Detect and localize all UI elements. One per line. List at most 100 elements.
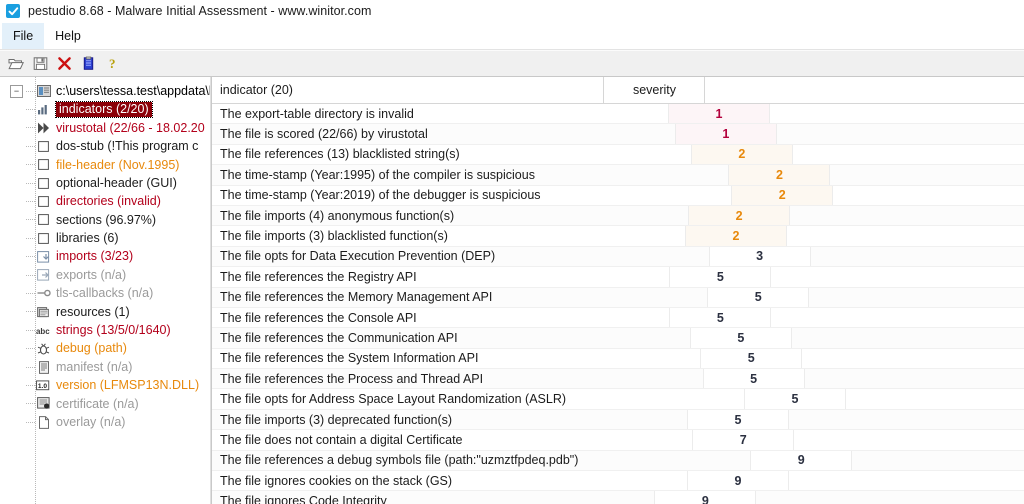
cell-indicator: The file imports (3) blacklisted functio… [212,226,686,246]
menu-item-file[interactable]: File [2,23,45,49]
cell-filler [776,124,1024,144]
tree-item-debug[interactable]: debug (path) [0,339,211,357]
cell-filler [830,165,1024,185]
tree-item-directories[interactable]: directories (invalid) [0,192,211,210]
tree-item-sections[interactable]: sections (96.97%) [0,211,211,229]
cell-severity: 5 [745,389,847,409]
table-row[interactable]: The export-table directory is invalid 1 [212,104,1024,125]
resources-icon [36,305,51,319]
tree-item-indicators[interactable]: indicators (2/20) [0,100,211,118]
column-header-indicator[interactable]: indicator (20) [212,77,605,103]
tree-connector [26,366,35,368]
table-header-row: indicator (20) severity [212,77,1024,104]
tree-item-resources[interactable]: resources (1) [0,303,211,321]
tree-item-tls-callbacks[interactable]: tls-callbacks (n/a) [0,284,211,302]
cell-filler [802,349,1024,368]
close-button[interactable] [52,52,76,74]
menu-item-help[interactable]: Help [44,23,92,49]
cell-severity: 3 [709,246,811,267]
tree-item-file-header[interactable]: file-header (Nov.1995) [0,156,211,174]
tree-item-overlay[interactable]: overlay (n/a) [0,413,211,431]
table-row[interactable]: The file references the Console API 5 [212,307,1024,329]
toolbar: ? [0,50,1024,77]
tree-connector [26,164,35,166]
table-row[interactable]: The file references a debug symbols file… [212,450,1024,472]
tree-connector [26,219,35,221]
table-row[interactable]: The file opts for Data Execution Prevent… [212,246,1024,268]
clipboard-button[interactable] [76,52,100,74]
square-icon [36,139,51,153]
cell-severity: 5 [701,348,803,369]
cell-severity: 2 [691,144,793,165]
table-row[interactable]: The file references (13) blacklisted str… [212,144,1024,166]
table-row[interactable]: The file is scored (22/66) by virustotal… [212,124,1024,145]
table-row[interactable]: The file imports (3) blacklisted functio… [212,226,1024,247]
certificate-icon [36,397,51,411]
tree-item-label: indicators (2/20) [55,101,153,118]
cell-filler [804,369,1024,389]
tree-item-version[interactable]: 1.0 version (LFMSP13N.DLL) [0,376,211,394]
tree-item-virustotal[interactable]: virustotal (22/66 - 18.02.20 [0,119,211,137]
tree-item-label: file-header (Nov.1995) [56,157,180,172]
column-header-severity[interactable]: severity [604,77,706,103]
tree-item-label: virustotal (22/66 - 18.02.20 [56,120,205,135]
tree-item-imports[interactable]: imports (3/23) [0,248,211,266]
cell-indicator: The file does not contain a digital Cert… [212,430,694,450]
cell-filler [771,267,1024,286]
tree-item-label: strings (13/5/0/1640) [56,323,171,338]
cell-filler [809,287,1024,307]
tree-item-optional-header[interactable]: optional-header (GUI) [0,174,211,192]
collapse-expander-icon[interactable]: − [10,84,23,98]
tree-item-label: tls-callbacks (n/a) [56,286,154,301]
cell-indicator: The export-table directory is invalid [212,104,669,124]
cell-severity: 5 [670,267,772,287]
cell-indicator: The file ignores cookies on the stack (G… [212,471,689,491]
table-row[interactable]: The file references the Memory Managemen… [212,287,1024,308]
table-row[interactable]: The file imports (3) deprecated function… [212,409,1024,431]
square-icon [36,195,51,209]
tree-item-manifest[interactable]: manifest (n/a) [0,358,211,376]
cell-filler [794,430,1024,449]
table-row[interactable]: The file imports (4) anonymous function(… [212,205,1024,227]
cell-indicator: The file is scored (22/66) by virustotal [212,124,676,144]
table-row[interactable]: The time-stamp (Year:1995) of the compil… [212,165,1024,186]
table-row[interactable]: The file ignores Code Integrity 9 [212,491,1024,504]
cell-indicator: The file references the Communication AP… [212,328,691,348]
tree-item-exports[interactable]: exports (n/a) [0,266,211,284]
tree-item-libraries[interactable]: libraries (6) [0,229,211,247]
tree-item-strings[interactable]: abc strings (13/5/0/1640) [0,321,211,339]
cell-severity: 5 [708,287,810,307]
cell-filler [770,104,1024,123]
table-row[interactable]: The file references the Process and Thre… [212,369,1024,390]
cell-severity: 5 [690,328,792,348]
square-icon [36,176,51,190]
cell-filler [852,450,1024,471]
cell-severity: 5 [688,409,790,430]
table-row[interactable]: The file does not contain a digital Cert… [212,430,1024,451]
close-icon [57,56,72,71]
tree-panel[interactable]: − c:\users\tessa.test\appdata\lo indicat… [0,77,211,504]
svg-text:?: ? [109,56,116,71]
table-row[interactable]: The file ignores cookies on the stack (G… [212,471,1024,492]
svg-text:1.0: 1.0 [38,383,47,390]
table-row[interactable]: The file references the Communication AP… [212,328,1024,349]
table-row[interactable]: The file opts for Address Space Layout R… [212,389,1024,410]
tree-item-label: certificate (n/a) [56,396,139,411]
cell-indicator: The file references a debug symbols file… [212,450,752,471]
open-file-button[interactable] [4,52,28,74]
tree-item-certificate[interactable]: certificate (n/a) [0,395,211,413]
table-row[interactable]: The file references the System Informati… [212,348,1024,370]
svg-text:abc: abc [36,327,50,336]
tree-item-dos-stub[interactable]: dos-stub (!This program c [0,137,211,155]
save-button[interactable] [28,52,52,74]
table-row[interactable]: The file references the Registry API 5 [212,267,1024,288]
cell-indicator: The file references the Process and Thre… [212,369,704,389]
tree-root-node[interactable]: − c:\users\tessa.test\appdata\lo [0,82,211,100]
tree-item-label: manifest (n/a) [56,359,133,374]
help-button[interactable]: ? [100,52,124,74]
tree-item-label: resources (1) [56,304,130,319]
cell-indicator: The file imports (4) anonymous function(… [212,205,690,226]
tree-root-label: c:\users\tessa.test\appdata\lo [56,83,211,98]
table-row[interactable]: The time-stamp (Year:2019) of the debugg… [212,185,1024,206]
pestudio-window: pestudio 8.68 - Malware Initial Assessme… [0,0,1024,504]
